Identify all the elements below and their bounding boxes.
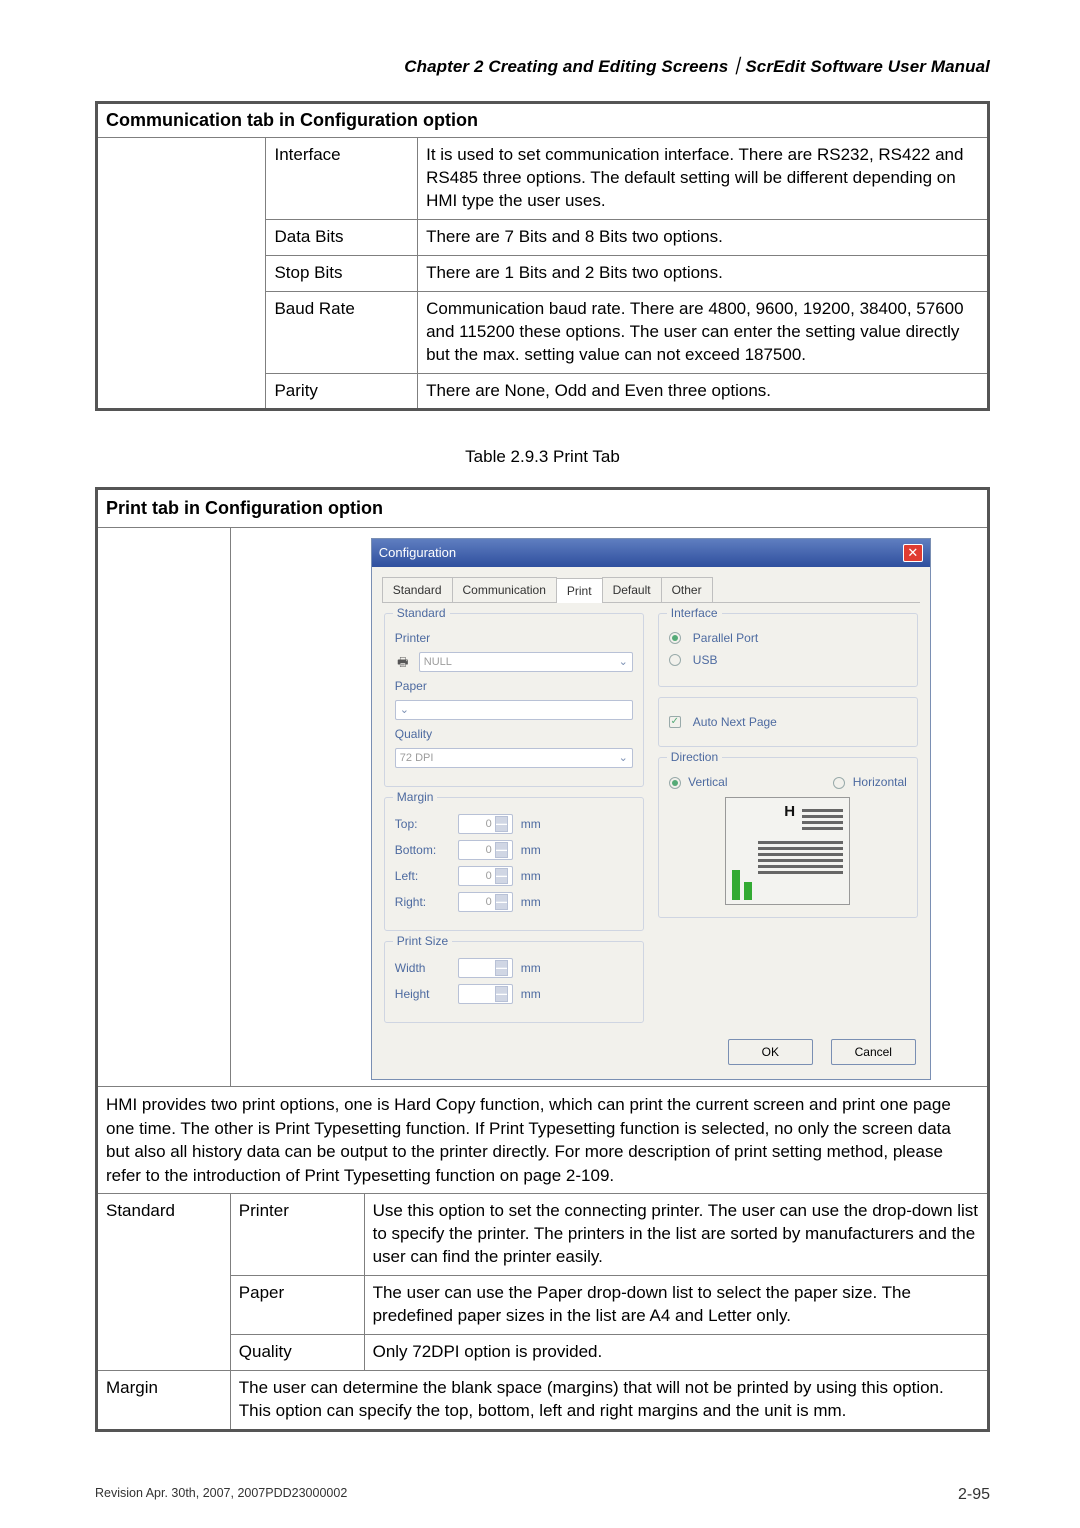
print-table: Print tab in Configuration option Config… xyxy=(95,487,990,1431)
unit-mm: mm xyxy=(521,986,549,1002)
comm-row-label: Stop Bits xyxy=(266,255,418,291)
group-title: Margin xyxy=(393,789,438,805)
spin-val: 0 xyxy=(486,895,492,910)
tab-print[interactable]: Print xyxy=(556,578,603,603)
margin-bottom-label: Bottom: xyxy=(395,842,450,858)
tab-default[interactable]: Default xyxy=(602,577,662,602)
dialog-title: Configuration xyxy=(379,544,456,562)
print-row-label: Printer xyxy=(230,1194,364,1276)
spin-val: 0 xyxy=(486,843,492,858)
margin-left-input[interactable]: 0 xyxy=(458,866,513,886)
print-row-label: Quality xyxy=(230,1334,364,1370)
tab-standard[interactable]: Standard xyxy=(382,577,453,602)
unit-mm: mm xyxy=(521,868,549,884)
print-dialog-cell: Configuration ✕ Standard Communication P… xyxy=(230,527,988,1087)
print-row-label: Paper xyxy=(230,1276,364,1335)
printer-label: Printer xyxy=(395,630,450,646)
comm-row-label: Data Bits xyxy=(266,219,418,255)
group-title: Direction xyxy=(667,749,722,765)
width-input[interactable] xyxy=(458,958,513,978)
quality-label: Quality xyxy=(395,726,450,742)
ok-button[interactable]: OK xyxy=(728,1039,813,1065)
print-dialog-left-blank xyxy=(97,527,231,1087)
radio-horizontal-label: Horizontal xyxy=(853,775,907,789)
print-table-title: Print tab in Configuration option xyxy=(97,489,989,527)
radio-usb[interactable] xyxy=(669,654,681,666)
radio-usb-label: USB xyxy=(693,652,718,668)
tab-other[interactable]: Other xyxy=(661,577,713,602)
direction-preview: H xyxy=(725,797,850,905)
autonext-label: Auto Next Page xyxy=(693,714,777,730)
preview-chart-icon xyxy=(732,870,762,900)
radio-parallel-label: Parallel Port xyxy=(693,630,758,646)
unit-mm: mm xyxy=(521,842,549,858)
unit-mm: mm xyxy=(521,894,549,910)
spin-val: 0 xyxy=(486,869,492,884)
height-label: Height xyxy=(395,986,450,1002)
print-row-desc: The user can determine the blank space (… xyxy=(230,1370,988,1430)
comm-table-title: Communication tab in Configuration optio… xyxy=(97,103,989,138)
unit-mm: mm xyxy=(521,816,549,832)
radio-horizontal[interactable] xyxy=(833,777,845,789)
margin-left-label: Left: xyxy=(395,868,450,884)
close-icon[interactable]: ✕ xyxy=(903,544,923,562)
printer-dropdown[interactable]: NULL xyxy=(419,652,633,672)
footer-revision: Revision Apr. 30th, 2007, 2007PDD2300000… xyxy=(95,1486,347,1504)
print-row-desc: Only 72DPI option is provided. xyxy=(364,1334,988,1370)
quality-value: 72 DPI xyxy=(400,751,434,766)
tab-communication[interactable]: Communication xyxy=(452,577,557,602)
print-row-desc: The user can use the Paper drop-down lis… xyxy=(364,1276,988,1335)
margin-bottom-input[interactable]: 0 xyxy=(458,840,513,860)
communication-table: Communication tab in Configuration optio… xyxy=(95,101,990,411)
dialog-tabs: Standard Communication Print Default Oth… xyxy=(382,577,920,603)
width-label: Width xyxy=(395,960,450,976)
comm-row-desc: There are 1 Bits and 2 Bits two options. xyxy=(418,255,989,291)
configuration-dialog: Configuration ✕ Standard Communication P… xyxy=(371,538,931,1081)
comm-row-label: Baud Rate xyxy=(266,291,418,373)
unit-mm: mm xyxy=(521,960,549,976)
print-row-cat: Margin xyxy=(97,1370,231,1430)
printer-icon: 🖶 xyxy=(395,654,411,670)
print-row-cat: Standard xyxy=(97,1194,231,1371)
margin-top-label: Top: xyxy=(395,816,450,832)
group-autonext: Auto Next Page xyxy=(658,697,918,747)
paper-dropdown[interactable] xyxy=(395,700,633,720)
paper-label: Paper xyxy=(395,678,450,694)
group-standard: Standard Printer 🖶 NULL Paper xyxy=(384,613,644,788)
margin-right-label: Right: xyxy=(395,894,450,910)
group-title: Print Size xyxy=(393,933,452,949)
radio-parallel[interactable] xyxy=(669,632,681,644)
comm-row-label: Parity xyxy=(266,373,418,410)
group-interface: Interface Parallel Port USB xyxy=(658,613,918,687)
height-input[interactable] xyxy=(458,984,513,1004)
quality-dropdown[interactable]: 72 DPI xyxy=(395,748,633,768)
table-caption: Table 2.9.3 Print Tab xyxy=(95,447,990,467)
printer-value: NULL xyxy=(424,655,452,670)
group-margin: Margin Top: 0 mm Bottom: 0 mm xyxy=(384,797,644,931)
spin-val: 0 xyxy=(486,817,492,832)
preview-letter-icon: H xyxy=(784,802,795,822)
margin-right-input[interactable]: 0 xyxy=(458,892,513,912)
comm-left-blank xyxy=(97,138,266,410)
comm-row-desc: There are 7 Bits and 8 Bits two options. xyxy=(418,219,989,255)
comm-row-desc: Communication baud rate. There are 4800,… xyxy=(418,291,989,373)
checkbox-autonext[interactable] xyxy=(669,716,681,728)
radio-vertical-label: Vertical xyxy=(688,775,727,789)
print-row-desc: Use this option to set the connecting pr… xyxy=(364,1194,988,1276)
chapter-header: Chapter 2 Creating and Editing Screens｜S… xyxy=(95,52,990,77)
margin-top-input[interactable]: 0 xyxy=(458,814,513,834)
group-print-size: Print Size Width mm Height mm xyxy=(384,941,644,1023)
print-intro: HMI provides two print options, one is H… xyxy=(97,1087,989,1194)
comm-row-label: Interface xyxy=(266,138,418,220)
group-direction: Direction Vertical Horizontal H xyxy=(658,757,918,917)
comm-row-desc: There are None, Odd and Even three optio… xyxy=(418,373,989,410)
cancel-button[interactable]: Cancel xyxy=(831,1039,916,1065)
group-title: Standard xyxy=(393,605,450,621)
footer-page: 2-95 xyxy=(958,1486,990,1504)
group-title: Interface xyxy=(667,605,722,621)
radio-vertical[interactable] xyxy=(669,777,681,789)
comm-row-desc: It is used to set communication interfac… xyxy=(418,138,989,220)
